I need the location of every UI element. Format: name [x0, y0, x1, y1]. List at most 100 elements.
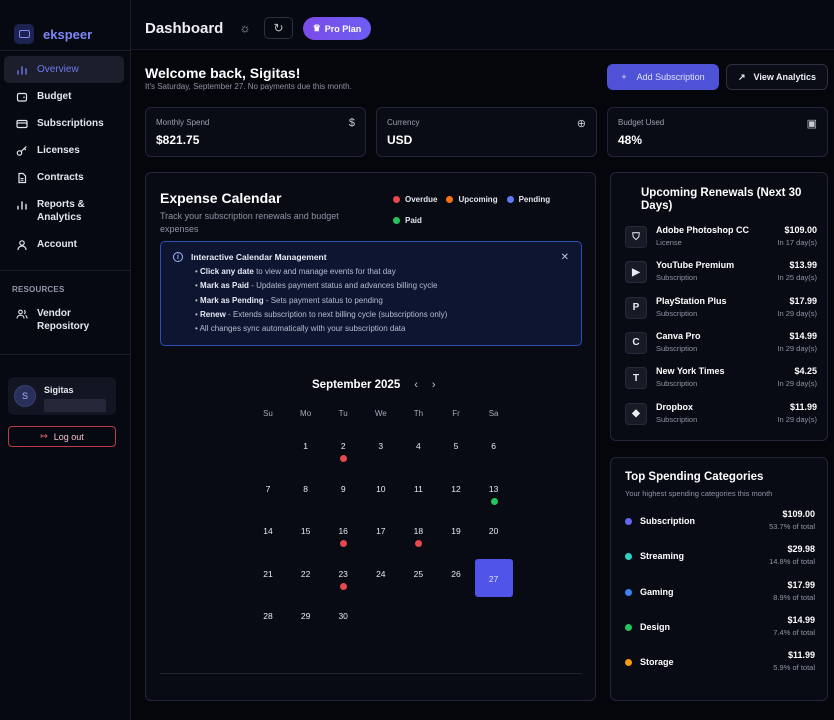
renewal-type: Subscription — [656, 308, 698, 318]
category-name: Streaming — [640, 551, 685, 562]
sidebar-item-budget[interactable]: Budget — [4, 83, 124, 110]
day-number: 25 — [413, 568, 424, 579]
categories-title: Top Spending Categories — [625, 471, 764, 483]
stat-value: USD — [387, 133, 413, 147]
calendar-day[interactable]: 7 — [249, 474, 287, 512]
renewal-due: In 29 day(s) — [777, 414, 817, 424]
calendar-day[interactable]: 28 — [249, 601, 287, 639]
sidebar-item-overview[interactable]: Overview — [4, 56, 124, 83]
theme-toggle-button[interactable]: ☼ — [233, 17, 257, 39]
user-icon — [16, 239, 28, 251]
calendar-day[interactable]: 17 — [362, 516, 400, 554]
renewal-item[interactable]: P PlayStation Plus Subscription $17.99 In 29… — [625, 295, 817, 325]
calendar-day[interactable]: 16 — [324, 516, 362, 554]
day-number: 6 — [491, 441, 496, 451]
renewal-item[interactable]: ▶ YouTube Premium Subscription $13.99 In 25 … — [625, 259, 817, 289]
calendar-day[interactable]: 18 — [399, 516, 437, 554]
users-icon — [16, 308, 28, 320]
user-name: Sigitas — [44, 385, 74, 395]
sidebar-item-label: Account — [37, 239, 77, 250]
canva-icon: C — [625, 331, 647, 354]
refresh-icon: ↻ — [273, 21, 284, 35]
crown-icon: ♛ — [312, 23, 321, 33]
calendar-day[interactable]: 29 — [287, 601, 325, 639]
sidebar-item-label: Licenses — [37, 145, 80, 156]
playstation-icon: P — [625, 296, 647, 319]
calendar-day[interactable]: 8 — [287, 474, 325, 512]
weekday-label: Sa — [488, 409, 499, 418]
sidebar-item-vendor-repository[interactable]: Vendor Repository — [4, 300, 124, 340]
youtube-icon: ▶ — [625, 261, 647, 284]
calendar-day[interactable]: 1 — [287, 431, 325, 469]
calendar-day[interactable]: 21 — [249, 559, 287, 597]
view-analytics-button[interactable]: ↗ View Analytics — [726, 64, 828, 90]
calendar-day[interactable]: 9 — [324, 474, 362, 512]
category-name: Subscription — [640, 516, 696, 526]
calendar-day[interactable]: 5 — [437, 431, 475, 469]
day-number: 17 — [376, 526, 386, 536]
day-number: 5 — [453, 441, 459, 451]
add-subscription-button[interactable]: + Add Subscription — [607, 64, 719, 90]
renewal-price: $14.99 — [789, 330, 817, 341]
calendar-day[interactable]: 24 — [362, 559, 400, 597]
renewal-item[interactable]: C Canva Pro Subscription $14.99 In 29 day(s) — [625, 330, 817, 360]
weekday-label: Th — [413, 409, 424, 418]
calendar-day[interactable]: 12 — [437, 474, 475, 512]
chevron-left-icon[interactable]: ‹ — [414, 379, 418, 391]
calendar-day[interactable]: 30 — [324, 601, 362, 639]
sidebar: ekspeer Overview Budget Subscriptions Li… — [0, 0, 131, 720]
day-number: 28 — [263, 611, 273, 621]
sidebar-item-reports-analytics[interactable]: Reports & Analytics — [4, 191, 124, 231]
renewal-item[interactable]: T New York Times Subscription $4.25 In 29 da… — [625, 365, 817, 395]
refresh-button[interactable]: ↻ — [264, 17, 293, 39]
user-card[interactable]: S Sigitas — [8, 377, 116, 415]
info-line: • Mark as Paid - Updates payment status … — [195, 281, 438, 291]
renewal-price: $4.25 — [794, 366, 817, 377]
calendar-day[interactable]: 13 — [475, 474, 513, 512]
calendar-day[interactable]: 15 — [287, 516, 325, 554]
calendar-day[interactable]: 4 — [399, 431, 437, 469]
month-label: September 2025 — [312, 379, 401, 391]
renewal-item[interactable]: ◆ Dropbox Subscription $11.99 In 29 day(s) — [625, 401, 817, 431]
calendar-day[interactable]: 10 — [362, 474, 400, 512]
sidebar-item-account[interactable]: Account — [4, 231, 124, 258]
calendar-day[interactable]: 19 — [437, 516, 475, 554]
pro-plan-button[interactable]: ♛ Pro Plan — [303, 17, 371, 40]
day-number: 7 — [265, 483, 271, 494]
weekday-label: Su — [263, 409, 273, 418]
day-number: 23 — [338, 568, 348, 579]
calendar-day[interactable]: 6 — [475, 431, 513, 469]
logout-icon: ↦ — [40, 431, 48, 441]
sidebar-item-subscriptions[interactable]: Subscriptions — [4, 110, 124, 137]
logout-button[interactable]: ↦ Log out — [8, 426, 116, 447]
sidebar-item-licenses[interactable]: Licenses — [4, 137, 124, 164]
calendar-day[interactable]: 22 — [287, 559, 325, 597]
sidebar-item-label: Overview — [37, 64, 79, 75]
calendar-title: Expense Calendar — [160, 190, 282, 206]
calendar-day-today[interactable]: 27 — [474, 558, 513, 597]
calendar-day[interactable]: 25 — [399, 559, 437, 597]
calendar-day[interactable]: 26 — [437, 559, 475, 597]
event-dot — [340, 455, 348, 462]
legend-label: Pending — [518, 195, 551, 204]
brand[interactable]: ekspeer — [0, 0, 130, 50]
globe-icon: ⊕ — [576, 118, 586, 130]
category-dot — [625, 553, 632, 561]
close-icon[interactable]: ✕ — [561, 252, 569, 263]
calendar-day[interactable]: 11 — [399, 474, 437, 512]
calendar-legend: Overdue Upcoming Pending Paid — [393, 195, 563, 225]
calendar-day[interactable]: 23 — [324, 559, 362, 597]
day-number: 2 — [340, 441, 346, 451]
calendar-day[interactable]: 2 — [324, 431, 362, 469]
calendar-info-banner: i Interactive Calendar Management ✕ • Cl… — [160, 241, 582, 346]
chevron-right-icon[interactable]: › — [432, 379, 436, 391]
bar-chart-icon — [16, 64, 28, 76]
calendar-day[interactable]: 3 — [362, 431, 400, 469]
divider — [0, 354, 130, 355]
calendar-day[interactable]: 20 — [475, 516, 513, 554]
sidebar-item-contracts[interactable]: Contracts — [4, 164, 124, 191]
calendar-day[interactable]: 14 — [249, 516, 287, 554]
renewal-due: In 29 day(s) — [777, 308, 817, 318]
legend-item-paid: Paid — [393, 216, 422, 225]
renewal-item[interactable]: ⛉ Adobe Photoshop CC License $109.00 In 17 d… — [625, 224, 817, 254]
